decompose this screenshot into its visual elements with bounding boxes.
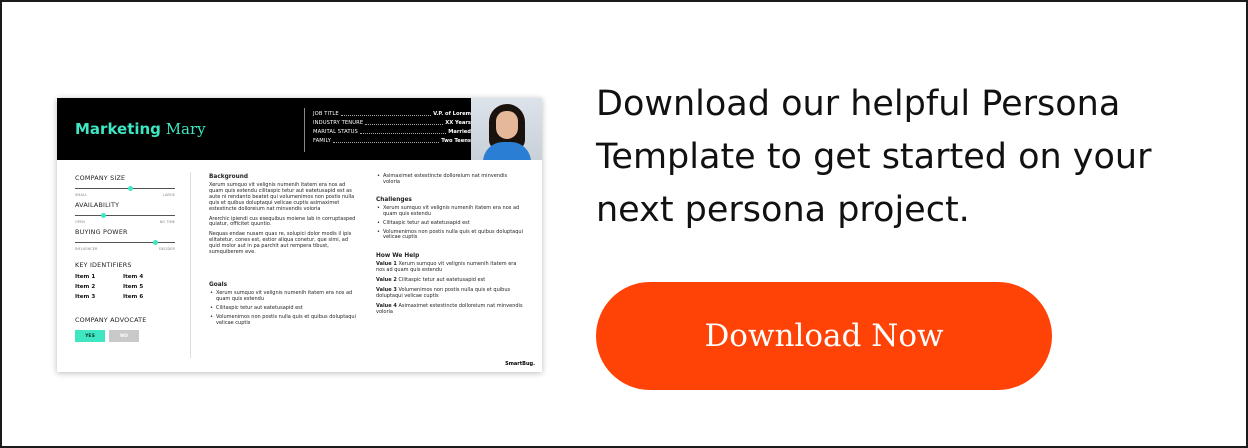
slider-end-labels: SMALL LARGE <box>75 193 175 199</box>
persona-attributes: COMPANY SIZE SMALL LARGE AVAILABILITY OPEN NO… <box>75 174 175 342</box>
goals-list: Xerum sumquo vit velignis numenih itatem… <box>209 290 357 327</box>
fact-leader <box>333 137 440 143</box>
fact-key: INDUSTRY TENURE <box>313 120 364 126</box>
slider-min-label: INFLUENCER <box>75 247 98 251</box>
attribute-slider-group: BUYING POWER INFLUENCER DECIDER <box>75 228 175 253</box>
slider-end-labels: INFLUENCER DECIDER <box>75 247 175 253</box>
challenges-column: Asimaximet estestincte dolloreium nat mi… <box>376 173 524 320</box>
slider-knob <box>100 212 106 218</box>
help-heading: How We Help <box>376 253 420 260</box>
slider-label: AVAILABILITY <box>75 201 120 209</box>
extra-list: Asimaximet estestincte dolloreium nat mi… <box>376 173 524 186</box>
key-identifier-item: Item 4 <box>123 274 144 280</box>
challenge-item: Cilitaspic tetur aut eatetusapid est <box>376 220 524 227</box>
slider-end-labels: OPEN NO TIME <box>75 220 175 226</box>
attribute-slider-group: COMPANY SIZE SMALL LARGE <box>75 174 175 199</box>
brand-logo: SmartBug. <box>505 361 535 367</box>
download-now-button[interactable]: Download Now <box>596 282 1052 390</box>
fact-leader <box>340 110 432 116</box>
slider-knob <box>127 185 133 191</box>
slider-max-label: DECIDER <box>158 247 175 251</box>
persona-name: Marketing Mary <box>75 120 206 138</box>
help-item-text: Asimaximet estestincte dolloreium nat mi… <box>376 302 523 315</box>
background-paragraph: Arerchic ipiendi cus esequibus moiene la… <box>209 215 356 228</box>
key-identifier-item: Item 3 <box>75 294 96 300</box>
help-item: Value 4 Asimaximet estestincte dolloreiu… <box>376 302 524 316</box>
background-heading: Background <box>209 174 249 180</box>
help-item-text: Volumenimos non postis nulla quis et qui… <box>376 287 511 299</box>
attribute-slider <box>75 238 175 247</box>
download-now-label: Download Now <box>704 318 944 354</box>
slider-knob <box>152 239 158 245</box>
fact-value: Married <box>448 129 471 135</box>
help-list: Value 1 Xerum sumquo vit velignis numeni… <box>376 261 524 316</box>
attribute-slider <box>75 184 175 193</box>
slider-track <box>75 215 175 216</box>
background-text: Xerum sumquo vit velignis numenih itatem… <box>209 182 357 256</box>
background-paragraph: Nequas endae nusam quas re, solupici dol… <box>209 231 352 256</box>
key-identifiers-grid: Item 1 Item 4 Item 2 Item 5 Item 3 Item 6 <box>75 274 175 300</box>
help-item: Value 2 Cilitaspic tetur aut eatetusapid… <box>376 277 524 284</box>
persona-photo <box>471 98 542 160</box>
key-identifier-item: Item 5 <box>123 284 144 290</box>
advocate-yes-option: YES <box>75 330 105 342</box>
attribute-slider-group: AVAILABILITY OPEN NO TIME <box>75 201 175 226</box>
key-identifier-item: Item 6 <box>123 294 144 300</box>
cta-headline: Download our helpful Persona Template to… <box>596 84 1152 230</box>
goal-item: Cilitaspic tetur aut eatetusapid est <box>209 305 357 312</box>
slider-label: COMPANY SIZE <box>75 174 126 182</box>
persona-fact-row: JOB TITLE V.P. of Lorem <box>313 110 471 119</box>
slider-min-label: OPEN <box>75 220 85 224</box>
persona-template-preview: Marketing Mary JOB TITLE V.P. of Lorem IND… <box>57 98 542 372</box>
extra-item: Asimaximet estestincte dolloreium nat mi… <box>376 173 524 186</box>
fact-value: V.P. of Lorem <box>433 111 471 117</box>
slider-track <box>75 188 175 189</box>
goal-item: Xerum sumquo vit velignis numenih itatem… <box>209 290 357 303</box>
slider-max-label: LARGE <box>162 193 175 197</box>
challenge-item: Volumenimos non postis nulla quis et qui… <box>376 229 524 242</box>
fact-value: Two Teens <box>441 138 471 144</box>
page-frame: Marketing Mary JOB TITLE V.P. of Lorem IND… <box>0 0 1248 448</box>
fact-key: JOB TITLE <box>313 111 339 117</box>
challenge-item: Xerum sumquo vit velignis numenih itatem… <box>376 205 524 218</box>
fact-value: XX Years <box>445 120 471 126</box>
attribute-slider <box>75 211 175 220</box>
company-advocate-toggle: YES NO <box>75 330 175 342</box>
persona-fact-row: MARITAL STATUS Married <box>313 128 471 137</box>
fact-key: FAMILY <box>313 138 332 144</box>
goal-item: Volumenimos non postis nulla quis et qui… <box>209 314 357 327</box>
key-identifier-item: Item 2 <box>75 284 96 290</box>
help-item: Value 3 Volumenimos non postis nulla qui… <box>376 287 524 300</box>
help-item: Value 1 Xerum sumquo vit velignis numeni… <box>376 261 524 274</box>
slider-min-label: SMALL <box>75 193 87 197</box>
persona-facts: JOB TITLE V.P. of Lorem INDUSTRY TENURE XX … <box>313 110 471 146</box>
key-identifiers-label: KEY IDENTIFIERS <box>75 261 132 269</box>
fact-leader <box>365 119 444 125</box>
help-item-label: Value 2 <box>376 277 397 284</box>
challenges-heading: Challenges <box>376 196 412 203</box>
background-paragraph: Xerum sumquo vit velignis numenih itatem… <box>209 182 355 212</box>
fact-key: MARITAL STATUS <box>313 129 358 135</box>
column-divider <box>190 172 191 358</box>
help-item-text: Cilitaspic tetur aut eatetusapid est <box>396 277 486 284</box>
persona-fact-row: FAMILY Two Teens <box>313 137 471 146</box>
fact-leader <box>359 128 447 134</box>
advocate-no-option: NO <box>109 330 139 342</box>
persona-header: Marketing Mary JOB TITLE V.P. of Lorem IND… <box>57 98 542 160</box>
header-divider <box>304 108 305 152</box>
slider-label: BUYING POWER <box>75 228 128 236</box>
persona-fact-row: INDUSTRY TENURE XX Years <box>313 119 471 128</box>
key-identifier-item: Item 1 <box>75 274 96 280</box>
background-column: Background Xerum sumquo vit velignis num… <box>209 174 357 332</box>
company-advocate-label: COMPANY ADVOCATE <box>75 316 147 324</box>
slider-track <box>75 242 175 243</box>
goals-heading: Goals <box>209 281 228 288</box>
slider-max-label: NO TIME <box>159 220 175 224</box>
challenges-list: Xerum sumquo vit velignis numenih itatem… <box>376 205 524 242</box>
help-item-text: Xerum sumquo vit velignis numenih itatem… <box>376 261 517 274</box>
